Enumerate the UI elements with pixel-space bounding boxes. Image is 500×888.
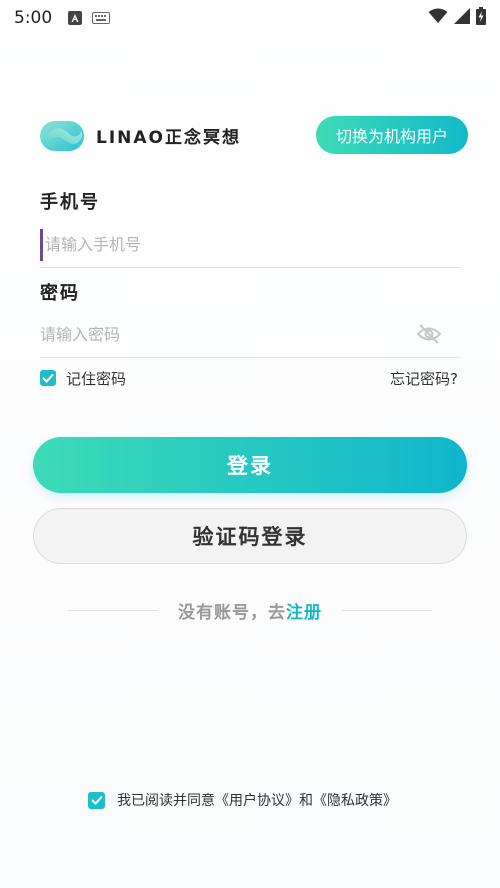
switch-to-organization-button[interactable]: 切换为机构用户 xyxy=(315,116,468,154)
agreement-and: 和 xyxy=(299,793,313,809)
signal-icon xyxy=(454,8,470,28)
divider-right xyxy=(342,609,432,611)
register-prefix: 没有账号，去 xyxy=(178,602,286,623)
status-bar: 5:00 xyxy=(0,0,500,36)
login-button[interactable]: 登录 xyxy=(33,437,467,493)
agreement-prefix: 我已阅读并同意 xyxy=(117,793,215,809)
wifi-icon xyxy=(428,8,448,28)
agreement-checkbox[interactable] xyxy=(88,791,105,809)
register-row: 没有账号，去注册 xyxy=(68,596,432,624)
agreement-row: 我已阅读并同意 《用户协议》 和 《隐私政策》 xyxy=(88,788,397,812)
phone-input[interactable] xyxy=(44,222,460,267)
keyboard-icon xyxy=(92,12,111,24)
phone-field-container xyxy=(40,222,460,268)
brand-name: LINAO正念冥想 xyxy=(96,127,241,148)
register-link[interactable]: 注册 xyxy=(286,603,322,623)
eye-off-icon[interactable] xyxy=(416,323,442,345)
phone-label: 手机号 xyxy=(40,192,100,213)
status-time: 5:00 xyxy=(14,8,53,28)
privacy-policy-link[interactable]: 《隐私政策》 xyxy=(313,790,397,810)
password-input[interactable] xyxy=(40,312,460,357)
remember-row: 记住密码 忘记密码? xyxy=(40,366,458,390)
user-agreement-link[interactable]: 《用户协议》 xyxy=(215,790,299,810)
text-caret xyxy=(40,228,43,261)
font-icon xyxy=(68,11,83,25)
logo-icon xyxy=(40,117,84,153)
code-login-button[interactable]: 验证码登录 xyxy=(33,508,467,564)
divider-left xyxy=(68,609,158,611)
forgot-password-link[interactable]: 忘记密码? xyxy=(390,368,458,389)
brand-row: LINAO正念冥想 切换为机构用户 xyxy=(40,112,468,158)
register-text: 没有账号，去注册 xyxy=(178,598,322,623)
password-field-container xyxy=(40,312,460,358)
password-label: 密码 xyxy=(40,283,80,304)
remember-checkbox[interactable] xyxy=(40,370,56,386)
battery-charging-icon xyxy=(476,7,486,29)
remember-label[interactable]: 记住密码 xyxy=(66,368,126,389)
